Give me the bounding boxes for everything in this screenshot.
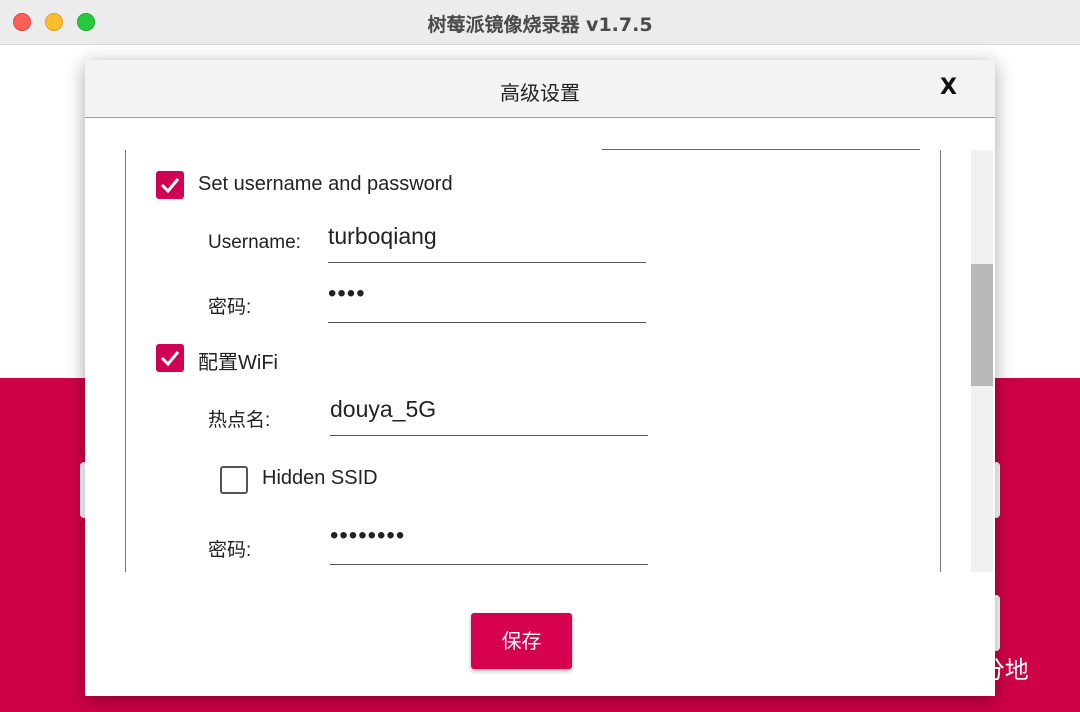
wifi-password-input[interactable]: ••••••••	[330, 522, 405, 550]
dialog-header: 高级设置 X	[85, 60, 995, 118]
wechat-icon	[856, 650, 897, 680]
previous-field-underline	[602, 149, 920, 150]
save-button[interactable]: 保存	[471, 613, 572, 669]
ssid-underline	[330, 435, 648, 436]
ssid-input[interactable]: douya_5G	[330, 396, 436, 423]
hidden-ssid-checkbox[interactable]	[220, 466, 248, 494]
username-label: Username:	[208, 232, 301, 253]
password-underline	[328, 322, 646, 323]
username-input[interactable]: turboqiang	[328, 223, 437, 250]
ssid-label: 热点名:	[208, 410, 271, 431]
advanced-settings-dialog: 高级设置 X Set username and password Usernam…	[85, 60, 995, 696]
username-underline	[328, 262, 646, 263]
dialog-close-button[interactable]: X	[940, 75, 957, 100]
dialog-title: 高级设置	[500, 81, 580, 105]
set-credentials-checkbox[interactable]	[156, 171, 184, 199]
wifi-password-label: 密码:	[208, 540, 252, 561]
checkmark-icon	[160, 351, 180, 367]
window-title: 树莓派镜像烧录器 v1.7.5	[427, 14, 653, 36]
scrollbar-thumb[interactable]	[971, 264, 993, 386]
window-titlebar: 树莓派镜像烧录器 v1.7.5	[0, 0, 1080, 45]
set-credentials-label: Set username and password	[198, 173, 453, 195]
hidden-ssid-label: Hidden SSID	[262, 467, 378, 489]
password-label: 密码:	[208, 297, 252, 318]
watermark-text: Java三分地	[906, 656, 1029, 684]
checkmark-icon	[160, 178, 180, 194]
configure-wifi-checkbox[interactable]	[156, 344, 184, 372]
wifi-password-underline	[330, 564, 648, 565]
configure-wifi-label: 配置WiFi	[198, 352, 278, 374]
password-input[interactable]: ••••	[328, 280, 366, 308]
